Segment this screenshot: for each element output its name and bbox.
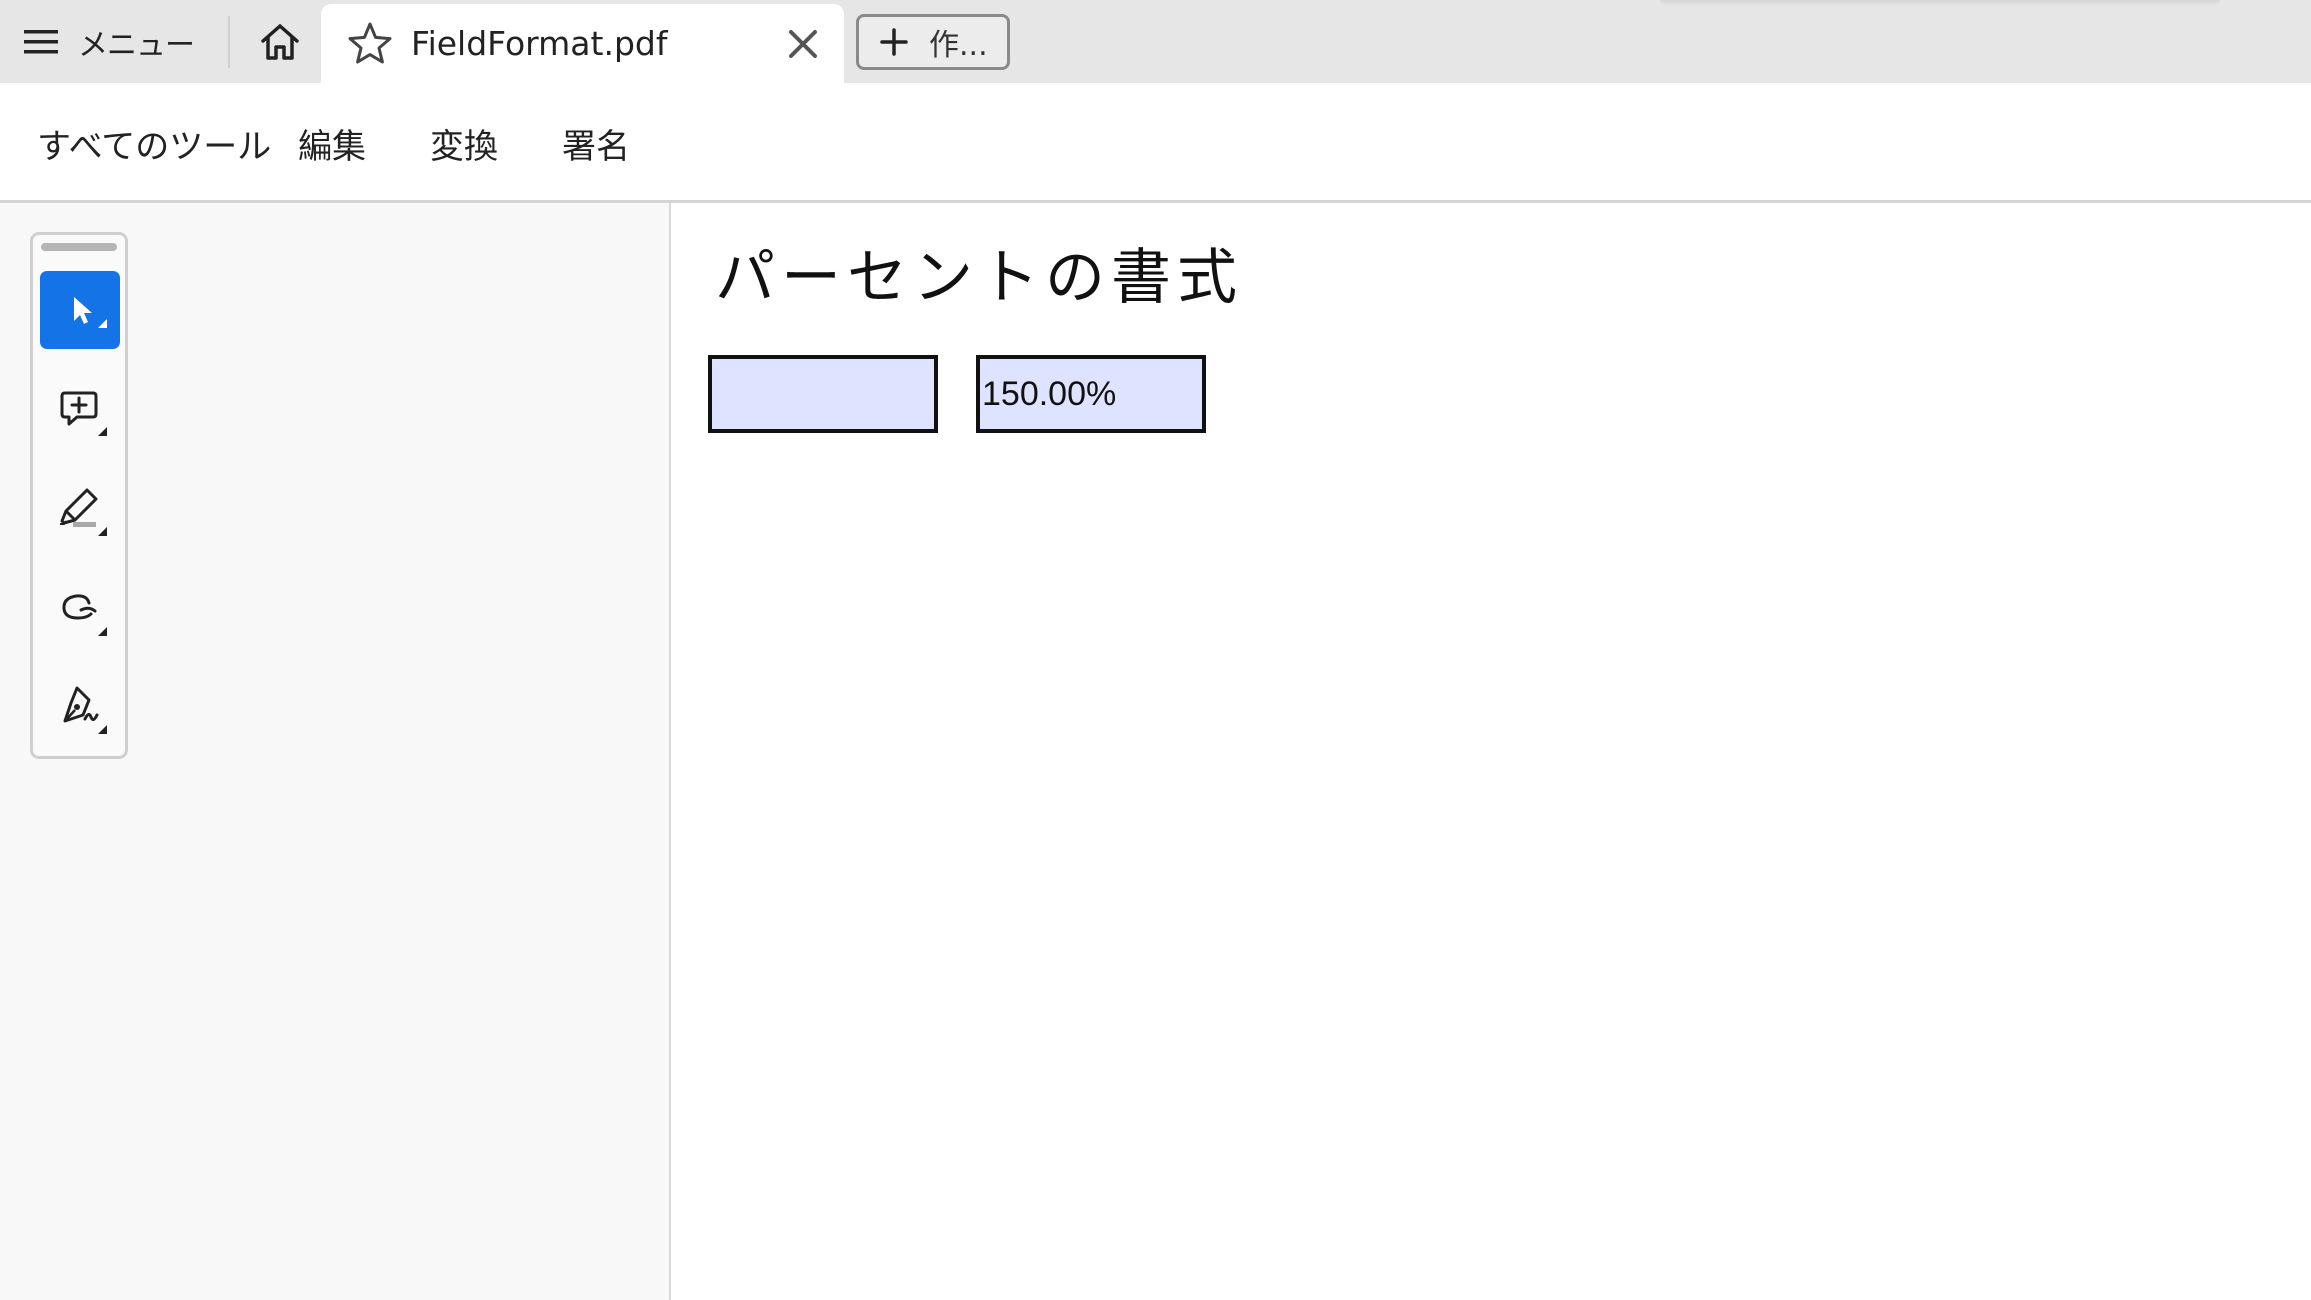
percent-input-field[interactable] xyxy=(708,355,938,433)
document-tab-title: FieldFormat.pdf xyxy=(411,24,668,63)
close-tab-icon[interactable] xyxy=(785,26,821,62)
menu-item-sign[interactable]: 署名 xyxy=(562,119,630,168)
tool-select[interactable] xyxy=(40,271,120,349)
add-comment-icon xyxy=(60,391,107,436)
menu-label: メニュー xyxy=(78,27,195,63)
tool-add-comment[interactable] xyxy=(40,371,120,449)
cursor-icon xyxy=(74,297,107,328)
create-new-label: 作... xyxy=(929,28,988,63)
home-icon xyxy=(261,23,299,60)
tab-divider xyxy=(228,16,230,68)
signature-pen-icon xyxy=(63,686,107,734)
tabbar-shadow xyxy=(1660,0,2220,6)
menu-item-convert[interactable]: 変換 xyxy=(430,119,498,168)
menu-bar: すべてのツール 編集 変換 署名 xyxy=(0,83,2311,203)
hamburger-icon xyxy=(24,29,58,53)
left-panel xyxy=(0,203,671,1300)
document-heading: パーセントの書式 xyxy=(715,243,1243,313)
home-button[interactable] xyxy=(240,0,320,83)
star-icon[interactable] xyxy=(347,21,393,67)
create-new-button[interactable]: 作... xyxy=(856,14,1010,70)
percent-output-field[interactable] xyxy=(976,355,1206,433)
document-view: パーセントの書式 xyxy=(671,203,2311,1300)
tab-bar: メニュー FieldFormat.pdf 作... xyxy=(0,0,2311,83)
menu-button[interactable]: メニュー xyxy=(22,0,222,83)
highlighter-icon xyxy=(60,488,107,536)
plus-icon xyxy=(880,28,908,56)
toolbar-drag-handle[interactable] xyxy=(41,243,117,251)
tool-freehand[interactable] xyxy=(40,571,120,649)
tool-highlight[interactable] xyxy=(40,471,120,549)
menu-item-all-tools[interactable]: すべてのツール xyxy=(37,119,271,168)
quick-tools-toolbar xyxy=(30,232,128,759)
freehand-icon xyxy=(62,594,107,636)
menu-item-edit[interactable]: 編集 xyxy=(298,119,366,168)
tool-sign[interactable] xyxy=(40,669,120,747)
document-tab[interactable]: FieldFormat.pdf xyxy=(321,4,844,83)
